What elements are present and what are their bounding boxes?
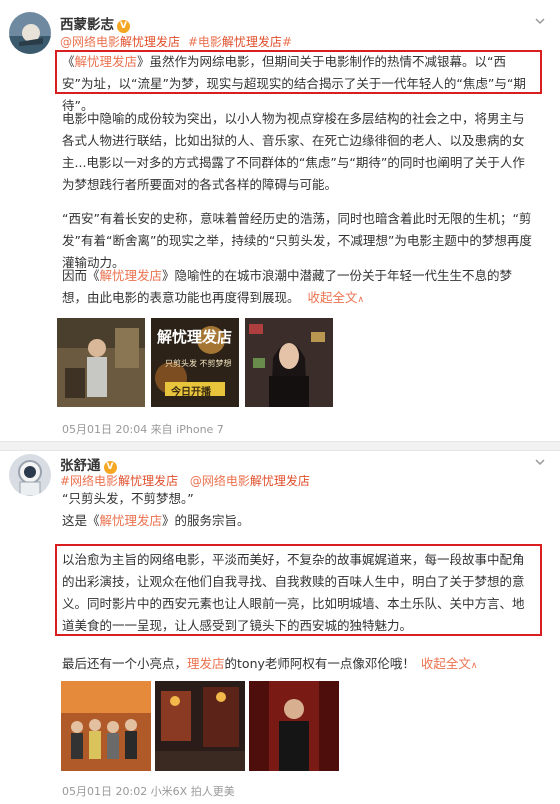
tag-link[interactable]: @网络电影解忧理发店 <box>190 474 310 488</box>
collapse-link[interactable]: 收起全文 <box>308 290 358 305</box>
chevron-up-icon[interactable]: ∧ <box>471 661 478 671</box>
post-tags-visible: #网络电影解忧理发店 @网络电影解忧理发店 <box>60 472 310 489</box>
post-separator <box>0 441 560 451</box>
tag-link[interactable]: #网络电影解忧理发店 <box>60 474 178 488</box>
post-paragraph: 因而《解忧理发店》隐喻性的在城市浪潮中潜藏了一份关于年轻一代生生不息的梦想，由此… <box>62 268 513 305</box>
post-image[interactable] <box>245 318 333 407</box>
post-paragraph: 电影中隐喻的成份较为突出，以小人物为视点穿梭在多层结构的社会之中，将男主与各式人… <box>62 111 525 192</box>
post-quote: “只剪头发，不剪梦想。” <box>62 491 194 506</box>
author-name[interactable]: 张舒通 V <box>60 454 117 474</box>
chevron-down-icon[interactable] <box>534 456 546 468</box>
salon-link[interactable]: 理发店 <box>187 656 225 671</box>
poster-title: 解忧理发店 <box>157 328 233 346</box>
post-image[interactable] <box>155 681 245 771</box>
post-image[interactable] <box>249 681 339 771</box>
author-name[interactable]: 西蒙影志 V <box>60 13 130 33</box>
post-2: 张舒通 V #网络电影解忧理发店 @网络电影解忧理发店 “只剪头发，不剪梦想。” … <box>0 452 560 804</box>
post-tags: @网络电影解忧理发店 #电影解忧理发店# <box>60 33 292 50</box>
movie-link[interactable]: 解忧理发店 <box>100 513 163 528</box>
chevron-down-icon[interactable] <box>534 15 546 27</box>
tag-link[interactable]: @网络电影解忧理发店 <box>60 35 180 49</box>
author-avatar[interactable] <box>9 454 51 496</box>
post-1: 西蒙影志 V @网络电影解忧理发店 #电影解忧理发店# 《解忧理发店》虽然作为网综… <box>0 0 560 438</box>
movie-link[interactable]: 解忧理发店 <box>100 268 163 283</box>
post-image[interactable] <box>61 681 151 771</box>
chevron-up-icon[interactable]: ∧ <box>358 295 365 305</box>
author-avatar[interactable] <box>9 12 51 54</box>
movie-link[interactable]: 解忧理发店 <box>75 54 138 69</box>
poster-subtitle: 只剪头发 不剪梦想 <box>165 359 232 368</box>
tag-link[interactable]: #电影解忧理发店# <box>188 35 292 49</box>
post-paragraph: 这是《解忧理发店》的服务宗旨。 <box>62 513 250 528</box>
post-meta: 05月01日 20:04 来自 iPhone 7 <box>62 423 224 436</box>
verified-icon: V <box>117 20 130 33</box>
post-image[interactable]: 解忧理发店 只剪头发 不剪梦想 今日开播 <box>151 318 239 407</box>
post-meta: 05月01日 20:02 小米6X 拍人更美 <box>62 785 235 798</box>
post-image[interactable] <box>57 318 145 407</box>
post-boxed-paragraph: 以治愈为主旨的网络电影，平淡而美好，不复杂的故事娓娓道来，每一段故事中配角的出彩… <box>62 552 525 633</box>
poster-banner: 今日开播 <box>171 387 211 398</box>
post-paragraph: 最后还有一个小亮点，理发店的tony老师阿权有一点像邓伦哦！ 收起全文∧ <box>62 656 478 671</box>
collapse-link[interactable]: 收起全文 <box>421 656 471 671</box>
